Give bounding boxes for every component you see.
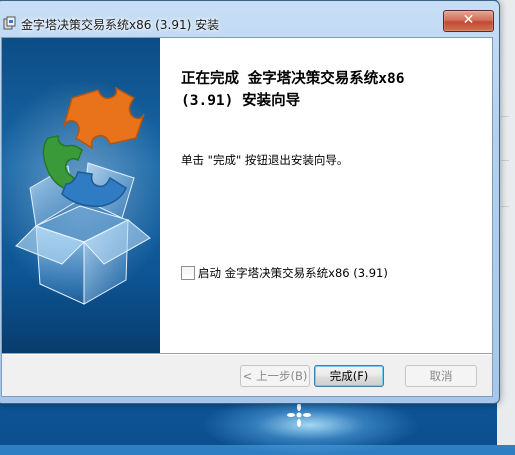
desktop-sparkle-icon	[287, 403, 311, 427]
button-separator	[2, 353, 492, 355]
page-title-line1: 正在完成 金字塔决策交易系统x86	[181, 71, 405, 87]
title-bar[interactable]: 金字塔决策交易系统x86 (3.91) 安装 ✕	[0, 1, 499, 37]
close-icon: ✕	[462, 12, 475, 28]
page-title: 正在完成 金字塔决策交易系统x86 (3.91) 安装向导	[181, 68, 481, 112]
installer-icon	[3, 16, 16, 30]
launch-app-checkbox[interactable]	[181, 266, 195, 280]
wizard-banner	[2, 38, 160, 353]
launch-app-label[interactable]: 启动 金字塔决策交易系统x86 (3.91)	[198, 265, 388, 281]
back-button[interactable]: < 上一步(B)	[240, 365, 310, 387]
wizard-content: 正在完成 金字塔决策交易系统x86 (3.91) 安装向导 单击 "完成" 按钮…	[160, 38, 492, 353]
cancel-button[interactable]: 取消	[405, 365, 477, 387]
installer-window: 金字塔决策交易系统x86 (3.91) 安装 ✕ 正在完成 金字塔决策交易系统x…	[0, 0, 500, 404]
window-client-area: 正在完成 金字塔决策交易系统x86 (3.91) 安装向导 单击 "完成" 按钮…	[1, 37, 493, 397]
window-title: 金字塔决策交易系统x86 (3.91) 安装	[21, 18, 220, 32]
page-title-line2: (3.91) 安装向导	[181, 93, 301, 109]
puzzle-box-icon	[2, 78, 160, 305]
finish-button[interactable]: 完成(F)	[314, 365, 384, 387]
close-button[interactable]: ✕	[443, 10, 494, 32]
finish-description: 单击 "完成" 按钮退出安装向导。	[181, 153, 349, 167]
